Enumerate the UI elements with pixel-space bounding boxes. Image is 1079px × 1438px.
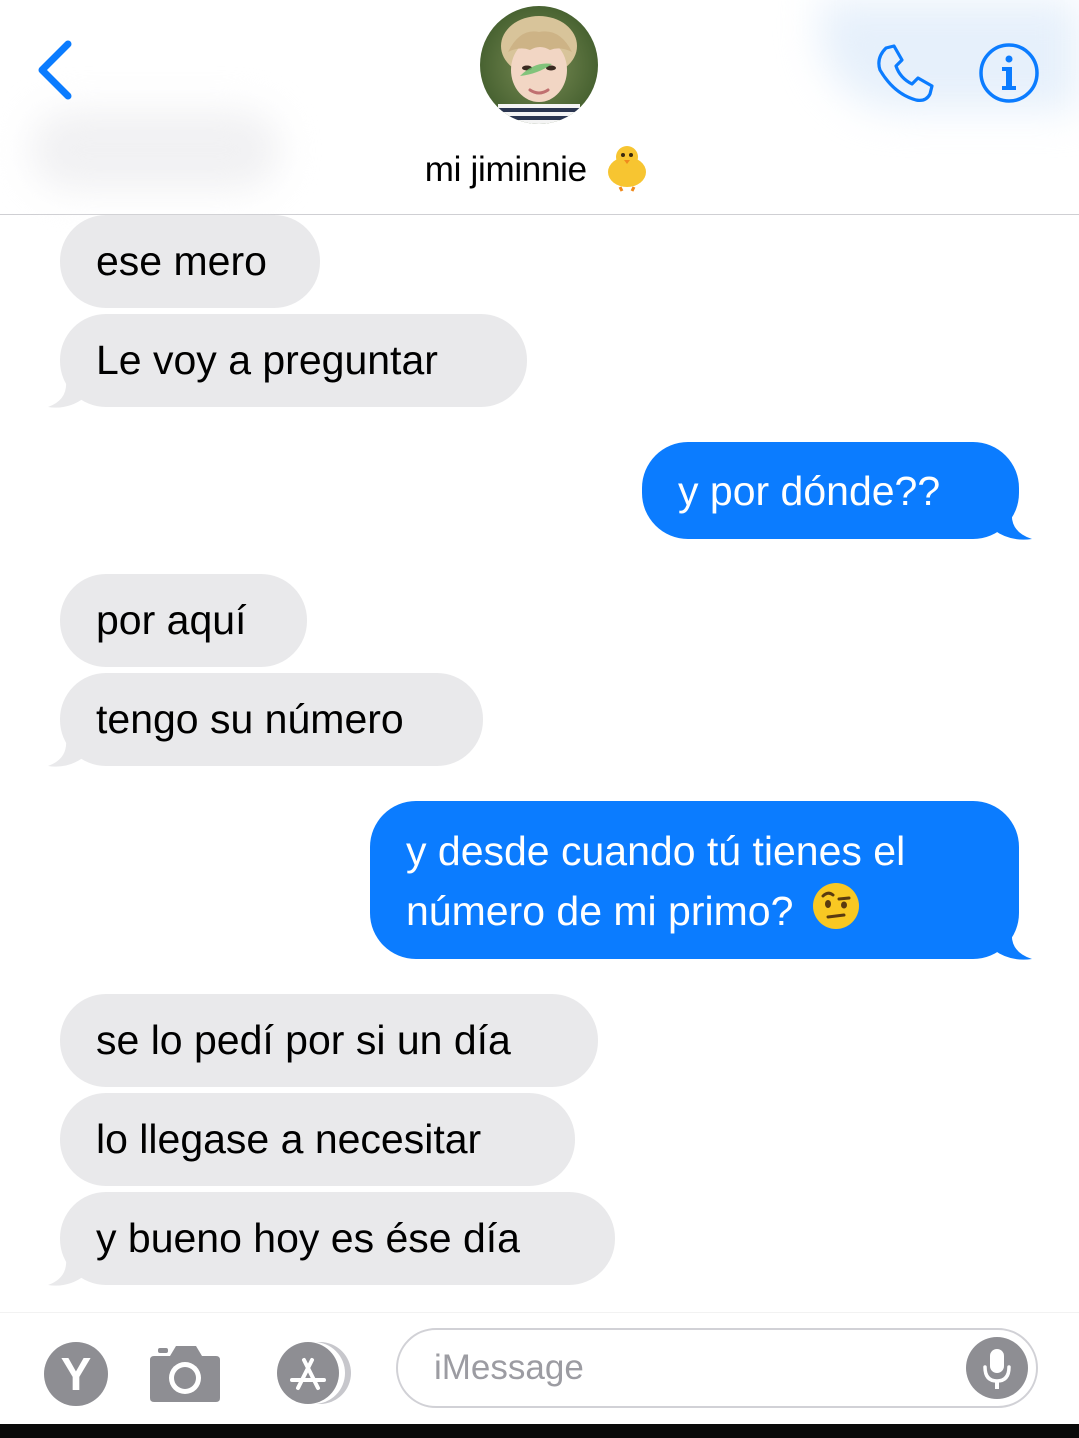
message-text: Le voy a preguntar xyxy=(96,337,438,383)
back-button[interactable] xyxy=(30,38,90,102)
camera-button[interactable] xyxy=(148,1342,222,1404)
bubble-tail xyxy=(994,512,1032,540)
app-store-button[interactable] xyxy=(268,1340,358,1406)
app-store-icon xyxy=(277,1342,351,1404)
blurred-area xyxy=(820,0,1079,110)
raised-eyebrow-emoji-icon xyxy=(811,881,861,947)
bubble-tail xyxy=(48,380,84,408)
incoming-message[interactable]: se lo pedí por si un día xyxy=(60,994,598,1087)
dictation-button[interactable] xyxy=(966,1337,1028,1399)
call-button[interactable] xyxy=(872,42,936,106)
message-text: y bueno hoy es ése día xyxy=(96,1215,520,1261)
contact-name: mi jiminnie xyxy=(424,149,587,189)
yahoo-app-label: Y xyxy=(60,1348,92,1400)
incoming-message[interactable]: tengo su número xyxy=(60,673,483,766)
contact-name-row[interactable]: mi jiminnie xyxy=(0,142,1079,201)
contact-avatar[interactable] xyxy=(480,6,598,124)
microphone-icon xyxy=(966,1337,1028,1399)
message-text: ese mero xyxy=(96,238,267,284)
camera-icon xyxy=(150,1346,220,1402)
message-text: se lo pedí por si un día xyxy=(96,1017,511,1063)
message-text: tengo su número xyxy=(96,696,404,742)
bubble-tail xyxy=(48,1258,84,1286)
chick-emoji-icon xyxy=(600,142,654,201)
info-button[interactable] xyxy=(978,42,1040,104)
message-text: y por dónde?? xyxy=(678,468,941,514)
incoming-message[interactable]: y bueno hoy es ése día xyxy=(60,1192,615,1285)
incoming-message[interactable]: lo llegase a necesitar xyxy=(60,1093,575,1186)
outgoing-message[interactable]: y desde cuando tú tienes el número de mi… xyxy=(370,801,1019,959)
outgoing-message[interactable]: y por dónde?? xyxy=(642,442,1019,539)
message-text-line: y desde cuando tú tienes el xyxy=(406,828,906,874)
incoming-message[interactable]: ese mero xyxy=(60,215,320,308)
message-input[interactable]: iMessage xyxy=(396,1328,1038,1408)
phone-icon xyxy=(877,44,934,102)
incoming-message[interactable]: Le voy a preguntar xyxy=(60,314,527,407)
bubble-tail xyxy=(994,932,1032,960)
chevron-left-icon xyxy=(38,40,72,100)
bottom-edge xyxy=(0,1424,1079,1438)
message-input-placeholder: iMessage xyxy=(434,1348,584,1387)
incoming-message[interactable]: por aquí xyxy=(60,574,307,667)
message-text-line: número de mi primo? xyxy=(406,888,794,934)
divider xyxy=(0,1312,1079,1313)
message-text: lo llegase a necesitar xyxy=(96,1116,482,1162)
message-text: por aquí xyxy=(96,597,247,643)
yahoo-app-button[interactable]: Y xyxy=(44,1342,108,1406)
bubble-tail xyxy=(48,739,84,767)
conversation-header: mi jiminnie xyxy=(0,0,1079,215)
info-icon xyxy=(979,43,1039,103)
